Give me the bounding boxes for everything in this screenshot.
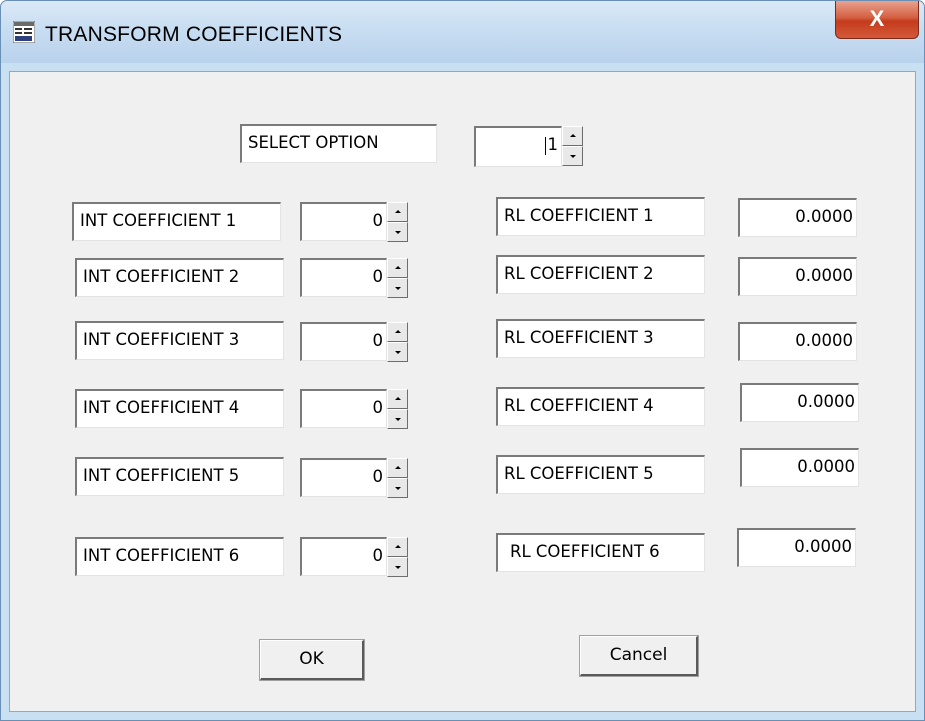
rl-coefficient-6-label: RL COEFFICIENT 6: [496, 533, 705, 572]
spin-down-icon[interactable]: [562, 146, 583, 166]
spin-down-icon[interactable]: [387, 278, 408, 298]
ok-button[interactable]: OK: [259, 639, 365, 681]
spin-down-icon[interactable]: [387, 222, 408, 242]
int-coefficient-1-input[interactable]: 0: [300, 202, 387, 241]
int-coefficient-2-spinner[interactable]: [387, 258, 408, 298]
spin-down-icon[interactable]: [387, 478, 408, 498]
app-icon: [13, 21, 35, 43]
rl-coefficient-3-label: RL COEFFICIENT 3: [496, 319, 705, 358]
rl-coefficient-2-label: RL COEFFICIENT 2: [496, 255, 705, 294]
spin-up-icon[interactable]: [387, 389, 408, 409]
spin-down-icon[interactable]: [387, 409, 408, 429]
close-icon: X: [869, 6, 885, 31]
spin-up-icon[interactable]: [387, 458, 408, 478]
rl-coefficient-1-value[interactable]: 0.0000: [738, 198, 857, 237]
spin-down-icon[interactable]: [387, 557, 408, 577]
window-title: TRANSFORM COEFFICIENTS: [45, 23, 343, 46]
rl-coefficient-3-value[interactable]: 0.0000: [738, 322, 857, 361]
rl-coefficient-4-label: RL COEFFICIENT 4: [496, 387, 705, 426]
select-option-spinner[interactable]: [562, 126, 583, 166]
int-coefficient-6-input[interactable]: 0: [300, 537, 387, 576]
int-coefficient-3-input[interactable]: 0: [300, 322, 387, 361]
spin-up-icon[interactable]: [387, 322, 408, 342]
int-coefficient-4-input[interactable]: 0: [300, 389, 387, 428]
spin-up-icon[interactable]: [387, 537, 408, 557]
int-coefficient-5-input[interactable]: 0: [300, 458, 387, 497]
rl-coefficient-6-value[interactable]: 0.0000: [737, 528, 856, 567]
spin-down-icon[interactable]: [387, 342, 408, 362]
title-bar[interactable]: TRANSFORM COEFFICIENTS X: [1, 1, 924, 63]
rl-coefficient-5-label: RL COEFFICIENT 5: [496, 455, 705, 494]
select-option-value: 1: [547, 135, 559, 154]
select-option-input[interactable]: 1: [474, 126, 562, 167]
int-coefficient-4-spinner[interactable]: [387, 389, 408, 429]
cancel-button[interactable]: Cancel: [579, 635, 699, 677]
int-coefficient-1-spinner[interactable]: [387, 202, 408, 242]
close-button[interactable]: X: [835, 1, 919, 39]
int-coefficient-6-spinner[interactable]: [387, 537, 408, 577]
rl-coefficient-5-value[interactable]: 0.0000: [740, 448, 859, 487]
int-coefficient-1-label: INT COEFFICIENT 1: [72, 202, 281, 241]
spin-up-icon[interactable]: [387, 258, 408, 278]
rl-coefficient-1-label: RL COEFFICIENT 1: [496, 197, 705, 236]
rl-coefficient-4-value[interactable]: 0.0000: [740, 383, 859, 422]
int-coefficient-2-input[interactable]: 0: [300, 258, 387, 297]
int-coefficient-5-spinner[interactable]: [387, 458, 408, 498]
int-coefficient-2-label: INT COEFFICIENT 2: [75, 258, 284, 297]
select-option-label: SELECT OPTION: [240, 124, 437, 163]
int-coefficient-3-label: INT COEFFICIENT 3: [75, 321, 284, 360]
spin-up-icon[interactable]: [387, 202, 408, 222]
spin-up-icon[interactable]: [562, 126, 583, 146]
int-coefficient-3-spinner[interactable]: [387, 322, 408, 362]
int-coefficient-6-label: INT COEFFICIENT 6: [75, 537, 284, 576]
int-coefficient-4-label: INT COEFFICIENT 4: [75, 389, 284, 428]
rl-coefficient-2-value[interactable]: 0.0000: [738, 257, 857, 296]
int-coefficient-5-label: INT COEFFICIENT 5: [75, 457, 284, 496]
